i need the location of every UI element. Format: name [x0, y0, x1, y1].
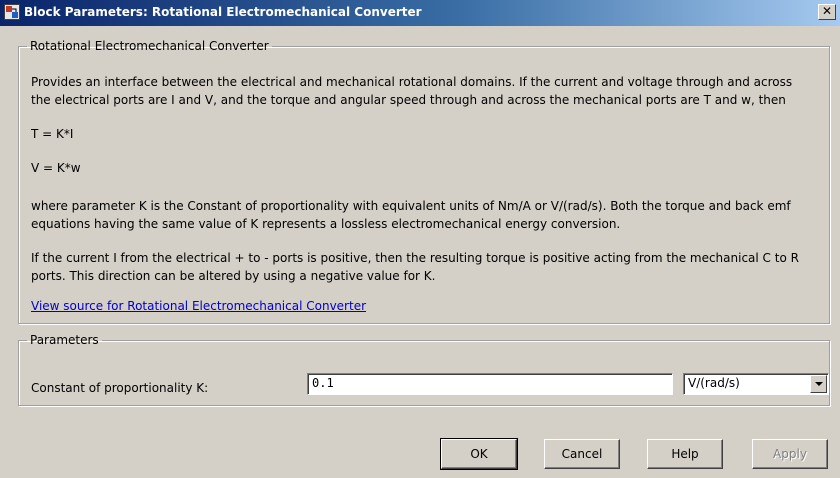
title-bar[interactable]: Block Parameters: Rotational Electromech…: [0, 0, 840, 26]
description-paragraph-3: If the current I from the electrical + t…: [31, 251, 799, 283]
description-group-legend: Rotational Electromechanical Converter: [30, 39, 269, 53]
description-paragraph-2: where parameter K is the Constant of pro…: [31, 199, 791, 231]
simulink-block-icon: [4, 4, 20, 20]
unit-dropdown-value: V/(rad/s): [688, 376, 740, 390]
close-icon: ✕: [821, 4, 833, 18]
help-button[interactable]: Help: [647, 439, 723, 469]
cancel-button[interactable]: Cancel: [544, 439, 620, 469]
equation-voltage: V = K*w: [31, 161, 81, 175]
view-source-link[interactable]: View source for Rotational Electromechan…: [31, 299, 366, 313]
constant-k-input[interactable]: 0.1: [307, 373, 673, 395]
ok-button[interactable]: OK: [440, 438, 518, 470]
unit-dropdown[interactable]: V/(rad/s): [683, 373, 829, 395]
description-group: Rotational Electromechanical Converter P…: [18, 39, 830, 324]
equation-torque: T = K*I: [31, 127, 74, 141]
window-title: Block Parameters: Rotational Electromech…: [24, 5, 422, 19]
close-button[interactable]: ✕: [818, 4, 836, 20]
constant-k-label: Constant of proportionality K:: [31, 381, 209, 395]
apply-button[interactable]: Apply: [752, 439, 828, 469]
parameters-group: Parameters Constant of proportionality K…: [18, 333, 830, 406]
chevron-down-icon[interactable]: [810, 375, 827, 393]
parameters-group-legend: Parameters: [30, 333, 99, 347]
description-paragraph-1: Provides an interface between the electr…: [31, 75, 793, 107]
